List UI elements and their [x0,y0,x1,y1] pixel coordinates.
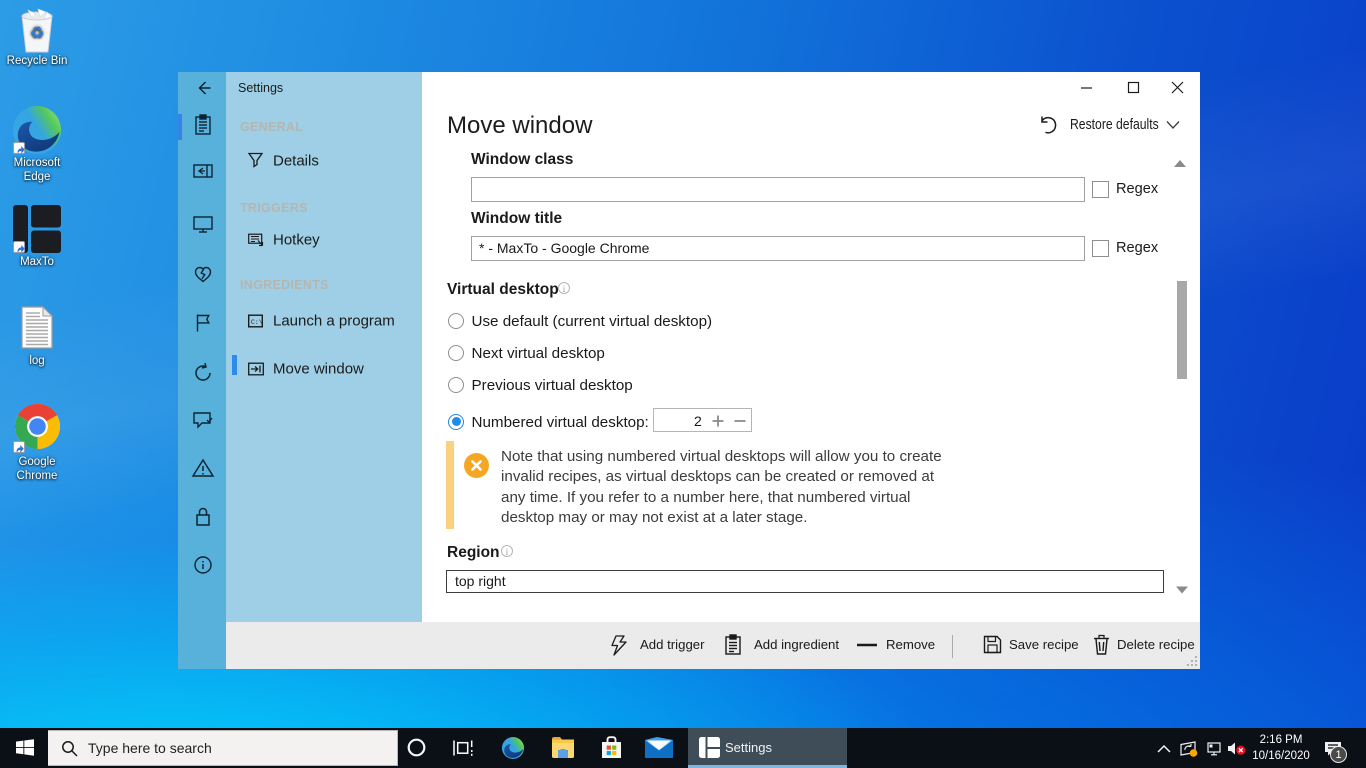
svg-text:C:\: C:\ [251,319,263,326]
svg-text:♻: ♻ [30,25,44,42]
